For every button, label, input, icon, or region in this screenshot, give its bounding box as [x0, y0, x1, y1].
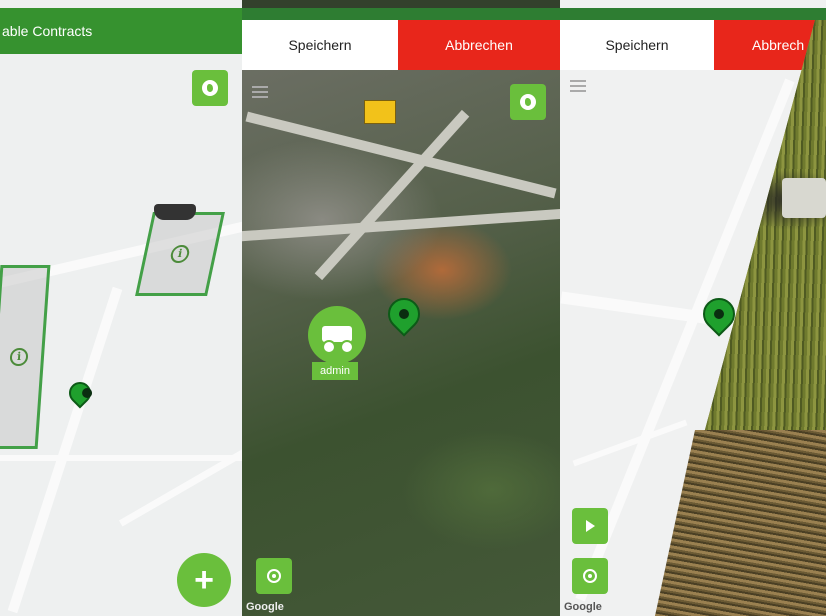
- map-type-button[interactable]: [510, 84, 546, 120]
- road-sign-icon: [364, 100, 396, 124]
- menu-icon[interactable]: [252, 86, 268, 88]
- satellite-map[interactable]: [242, 70, 560, 616]
- action-bar: Speichern Abbrech: [560, 20, 826, 70]
- app-bar: able Contracts: [0, 8, 242, 54]
- map-road: [118, 440, 242, 527]
- map-highway: [242, 208, 560, 242]
- harvester-icon[interactable]: [154, 204, 196, 220]
- user-label: admin: [312, 362, 358, 380]
- page-title: able Contracts: [2, 23, 93, 39]
- action-bar: Speichern Abbrechen: [242, 20, 560, 70]
- google-logo: Google: [564, 601, 602, 613]
- add-button[interactable]: +: [177, 553, 231, 607]
- harvester-marker[interactable]: [308, 306, 366, 364]
- info-icon[interactable]: i: [169, 245, 191, 263]
- map-type-button[interactable]: [192, 70, 228, 106]
- save-button[interactable]: Speichern: [560, 20, 714, 70]
- globe-icon: [520, 94, 536, 110]
- harvester-machine: [782, 178, 826, 218]
- screen-satellite-edit: Speichern Abbrechen admin Google: [242, 0, 560, 616]
- wheel: [322, 340, 336, 354]
- info-icon[interactable]: i: [9, 348, 29, 366]
- field-polygon[interactable]: i: [0, 265, 51, 449]
- plus-icon: +: [194, 561, 214, 599]
- locate-button[interactable]: [572, 558, 608, 594]
- top-strip: [560, 8, 826, 20]
- save-button[interactable]: Speichern: [242, 20, 398, 70]
- menu-icon[interactable]: [570, 80, 586, 82]
- cancel-button[interactable]: Abbrechen: [398, 20, 560, 70]
- wheel: [340, 340, 354, 354]
- locate-button[interactable]: [256, 558, 292, 594]
- map-road: [0, 455, 242, 461]
- play-button[interactable]: [572, 508, 608, 544]
- globe-icon: [202, 80, 218, 96]
- screen-light-edit: Speichern Abbrech Google: [560, 0, 826, 616]
- field-polygon[interactable]: i: [135, 212, 225, 296]
- google-logo: Google: [246, 601, 284, 613]
- top-strip: [242, 8, 560, 20]
- screen-contracts-map: able Contracts i i +: [0, 0, 242, 616]
